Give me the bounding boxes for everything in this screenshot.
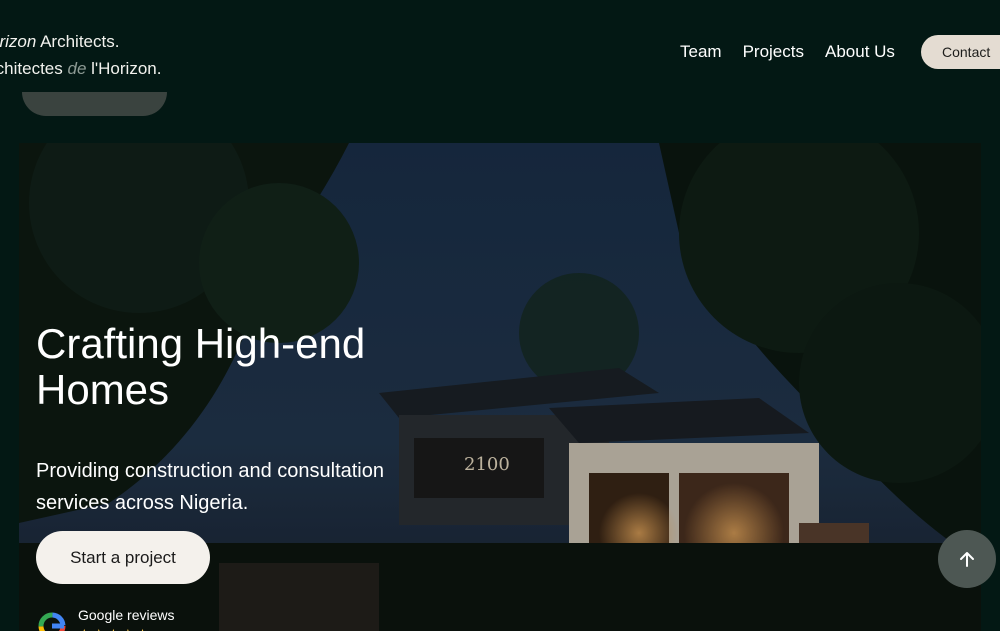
contact-button[interactable]: Contact [921,35,1000,69]
hero-title: Crafting High-end Homes [36,320,366,413]
nav-team[interactable]: Team [680,40,722,64]
nav-about-us[interactable]: About Us [825,40,895,64]
logo-pill [22,92,167,116]
main-nav: Team Projects About Us [680,40,916,64]
scroll-to-top-button[interactable] [938,530,996,588]
start-project-button[interactable]: Start a project [36,531,210,584]
google-reviews[interactable]: Google reviews ★★★★★ [36,606,175,631]
nav-projects[interactable]: Projects [743,40,804,64]
brand-logo[interactable]: orizon Architects. rchitectes de l'Horiz… [0,28,161,82]
google-icon [38,612,66,631]
rating-stars: ★★★★★ [78,626,175,631]
reviews-label: Google reviews [78,607,175,623]
hero-section: 2100 Crafting High-end Homes Providing c… [19,143,981,631]
brand-line-2: rchitectes de l'Horizon. [0,59,162,78]
arrow-up-icon [960,552,974,567]
hero-subtitle: Providing construction and consultation … [36,460,384,514]
brand-line-1: orizon Architects. [0,32,120,51]
